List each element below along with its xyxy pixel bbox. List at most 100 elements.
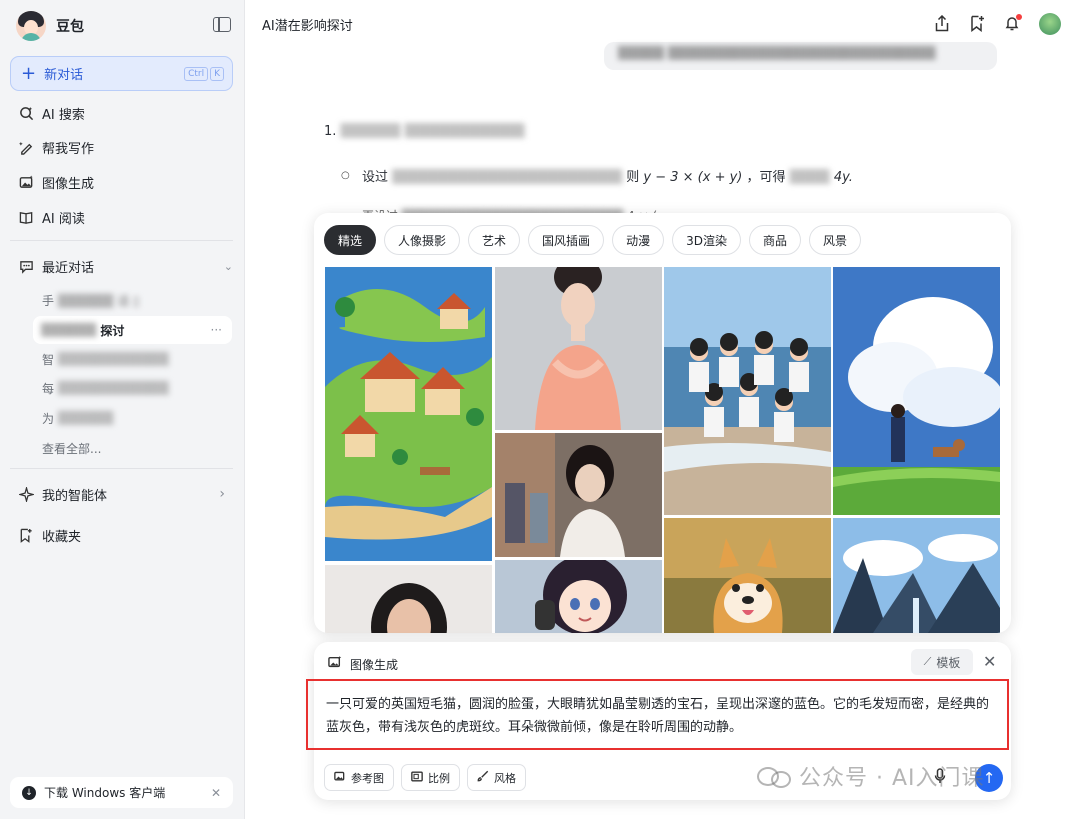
sidebar-toggle-icon[interactable]: [213, 17, 231, 32]
search-spark-icon: [18, 105, 34, 121]
history-item-label: 手: [42, 293, 55, 308]
brush-icon: [477, 770, 489, 785]
bookmark-add-icon[interactable]: [968, 14, 986, 32]
image-icon: [18, 174, 34, 190]
sidebar-item-label: 收藏夹: [42, 529, 82, 545]
gallery-image-mountains[interactable]: [833, 518, 1000, 633]
tab-portrait[interactable]: 人像摄影: [384, 225, 461, 255]
view-all-link[interactable]: 查看全部...: [42, 438, 101, 458]
notification-dot: [1016, 14, 1022, 20]
gallery-image-shiba[interactable]: [664, 518, 831, 633]
image-icon: [334, 771, 346, 785]
history-item-label: 智: [42, 352, 55, 367]
ratio-button[interactable]: 比例: [401, 764, 460, 791]
template-button[interactable]: ⟋ 模板: [911, 649, 973, 675]
new-chat-button[interactable]: + 新对话 Ctrl K: [10, 56, 233, 91]
gallery-image-beach-group[interactable]: [664, 267, 831, 515]
watermark-text: 公众号 · AI入门课: [799, 766, 985, 791]
reference-image-label: 参考图: [351, 771, 384, 785]
chevron-down-icon[interactable]: ⌄: [224, 260, 233, 273]
composer-mode: 图像生成: [328, 654, 398, 674]
recent-label: 最近对话: [42, 260, 95, 276]
divider: [10, 240, 233, 241]
tab-anime[interactable]: 动漫: [612, 225, 665, 255]
pen-icon: [18, 139, 34, 155]
download-label: 下载 Windows 客户端: [44, 786, 166, 800]
share-icon[interactable]: [933, 14, 951, 32]
more-icon[interactable]: ···: [211, 323, 222, 337]
tab-landscape[interactable]: 风景: [808, 225, 861, 255]
history-item-label: 每: [42, 381, 55, 396]
bullet: ○: [341, 170, 350, 181]
history-item[interactable]: 每 ▒▒▒▒▒▒▒▒▒▒▒▒: [42, 378, 169, 398]
reference-image-button[interactable]: 参考图: [324, 764, 394, 791]
view-all-label: 查看全部...: [42, 441, 102, 456]
gallery-image-anime-girl[interactable]: [495, 560, 662, 633]
sidebar-item-label: 我的智能体: [42, 488, 108, 504]
wand-icon: ⟋: [923, 655, 932, 668]
wechat-icon: [757, 765, 791, 788]
history-item-active[interactable]: ▒▒▒▒▒▒ 探讨 ···: [33, 316, 232, 344]
sidebar-item-ai-reading[interactable]: AI 阅读: [18, 207, 85, 227]
shortcut-hint: Ctrl K: [184, 67, 224, 81]
new-chat-label: 新对话: [44, 68, 84, 83]
sidebar-item-label: 帮我写作: [42, 141, 95, 157]
sidebar-section-recent[interactable]: 最近对话 ⌄: [18, 256, 233, 276]
history-item[interactable]: 为 ▒▒▒▒▒▒: [42, 408, 113, 428]
brand[interactable]: 豆包: [16, 10, 84, 42]
user-avatar[interactable]: [1039, 13, 1061, 35]
ratio-label: 比例: [428, 771, 450, 785]
image-style-gallery: 精选 人像摄影 艺术 国风插画 动漫 3D渲染 商品 风景: [314, 213, 1011, 633]
user-message-bubble: ▒▒▒▒▒ ▒▒▒▒▒▒▒▒▒▒▒▒▒▒▒▒▒▒▒▒▒▒▒▒▒▒▒▒▒: [604, 42, 997, 70]
tab-featured[interactable]: 精选: [324, 225, 377, 255]
chat-bubble-icon: [18, 258, 34, 274]
sidebar-item-writing[interactable]: 帮我写作: [18, 137, 94, 157]
composer-mode-label: 图像生成: [350, 657, 399, 672]
template-label: 模板: [936, 655, 961, 670]
style-button[interactable]: 风格: [467, 764, 526, 791]
sidebar-item-favorites[interactable]: 收藏夹: [18, 525, 81, 545]
download-icon: ↓: [22, 785, 36, 800]
sidebar-item-image-gen[interactable]: 图像生成: [18, 172, 94, 192]
gallery-image-portrait-b[interactable]: [325, 565, 492, 633]
bookmark-icon: [18, 527, 34, 543]
sidebar-item-label: 图像生成: [42, 176, 95, 192]
sidebar-item-ai-search[interactable]: AI 搜索: [18, 103, 85, 123]
gallery-tabs: 精选 人像摄影 艺术 国风插画 动漫 3D渲染 商品 风景: [324, 225, 861, 255]
sidebar-item-label: AI 阅读: [42, 211, 85, 227]
gallery-image-street-girl[interactable]: [495, 433, 662, 557]
history-item-label: 为: [42, 411, 55, 426]
tab-chinese-illustration[interactable]: 国风插画: [528, 225, 605, 255]
sparkle-icon: [18, 486, 34, 502]
divider: [10, 468, 233, 469]
page-title: AI潜在影响探讨: [262, 19, 353, 34]
tab-3d-render[interactable]: 3D渲染: [672, 225, 741, 255]
ratio-icon: [411, 771, 423, 785]
history-item[interactable]: 手 ▒▒▒▒▒▒ 话 ▯: [42, 290, 140, 310]
book-icon: [18, 209, 34, 225]
style-label: 风格: [494, 771, 516, 785]
gallery-image-woman-dress[interactable]: [495, 267, 662, 430]
prompt-text: 一只可爱的英国短毛猫，圆润的脸蛋，大眼睛犹如晶莹剔透的宝石，呈现出深邃的蓝色。它…: [326, 697, 990, 735]
download-client-button[interactable]: ↓ 下载 Windows 客户端 ✕: [10, 777, 233, 808]
watermark: 公众号 · AI入门课: [757, 760, 985, 792]
gallery-image-anime-sky[interactable]: [833, 267, 1000, 515]
tab-product[interactable]: 商品: [748, 225, 801, 255]
chat-line: 设过 ▒▒▒▒▒▒▒▒▒▒▒▒▒▒▒▒▒▒▒▒▒▒▒ 则 y − 3 × (x …: [362, 170, 853, 185]
tab-art[interactable]: 艺术: [468, 225, 521, 255]
list-item-number: 1. ▒▒▒▒▒▒ ▒▒▒▒▒▒▒▒▒▒▒▒: [324, 124, 525, 139]
shortcut-key-k: K: [210, 67, 224, 81]
sidebar-item-label: AI 搜索: [42, 107, 85, 123]
gallery-image-island[interactable]: [325, 267, 492, 561]
sidebar-item-agents[interactable]: 我的智能体 ›: [18, 484, 225, 504]
history-item[interactable]: 智 ▒▒▒▒▒▒▒▒▒▒▒▒: [42, 349, 169, 369]
close-icon[interactable]: ✕: [983, 652, 996, 671]
chevron-right-icon: ›: [219, 486, 225, 502]
brand-name: 豆包: [56, 19, 84, 35]
prompt-input[interactable]: 一只可爱的英国短毛猫，圆润的脸蛋，大眼睛犹如晶莹剔透的宝石，呈现出深邃的蓝色。它…: [306, 679, 1009, 750]
bell-icon[interactable]: [1003, 14, 1022, 32]
close-icon[interactable]: ✕: [211, 786, 221, 800]
image-icon: [328, 656, 350, 672]
sidebar: 豆包 + 新对话 Ctrl K AI 搜索 帮我写作 图像生成 AI 阅读 最近…: [0, 0, 245, 819]
arrow-up-icon: ↑: [982, 769, 996, 787]
